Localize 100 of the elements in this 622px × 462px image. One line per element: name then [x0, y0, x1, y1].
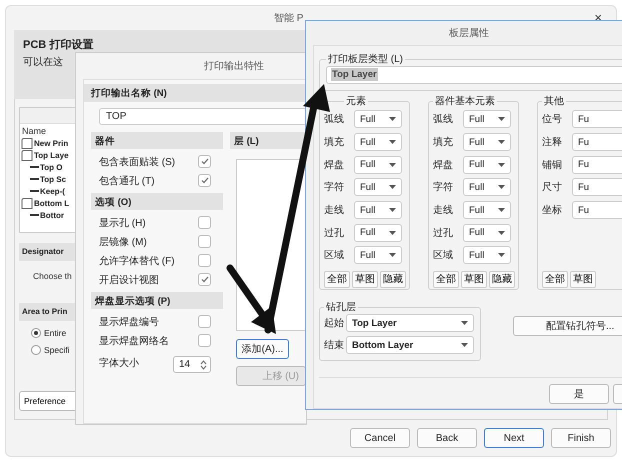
radio-label: Specifi [44, 344, 70, 355]
dialog-title: 打印输出特性 [204, 60, 264, 73]
element-label: 字符 [433, 180, 454, 194]
check-icon [200, 276, 208, 283]
element-label: 过孔 [324, 226, 345, 240]
element-label: 坐标 [542, 204, 563, 218]
checkbox[interactable] [198, 273, 211, 286]
section-title: 焊盘显示选项 (P) [95, 296, 170, 307]
layer-select[interactable]: Top Layer [346, 314, 474, 332]
column-header: Name [21, 124, 48, 138]
option-label: 允许字体替代 (F) [99, 254, 175, 268]
caret-icon [498, 117, 505, 122]
option-label: 显示孔 (H) [99, 216, 146, 230]
checkbox[interactable] [198, 174, 211, 187]
element-label: 焊盘 [324, 158, 345, 172]
element-label: 弧线 [324, 112, 345, 126]
dialog-button[interactable]: Back [417, 428, 477, 448]
element-label: 弧线 [433, 112, 454, 126]
mode-select[interactable]: Full [354, 224, 402, 242]
dash-icon [30, 214, 39, 218]
mode-button[interactable]: 草图 [352, 270, 378, 288]
caret-icon [389, 185, 396, 190]
element-label: 过孔 [433, 226, 454, 240]
mode-button[interactable]: 全部 [324, 270, 350, 288]
number-spinner[interactable]: 14 [173, 356, 211, 373]
tree-item[interactable]: New Prin [34, 139, 68, 148]
section-title: Designator [22, 246, 64, 256]
mode-select[interactable]: Full [463, 110, 511, 128]
mode-button[interactable]: 隐藏 [380, 270, 406, 288]
caret-icon [389, 230, 396, 235]
section-text: Choose th [33, 270, 72, 281]
caret-icon [498, 162, 505, 167]
mode-select[interactable]: Fu [572, 201, 622, 220]
tree-item[interactable]: Top O [40, 163, 63, 172]
layer-select[interactable]: Bottom Layer [346, 336, 474, 354]
element-label: 字符 [324, 180, 345, 194]
checkbox[interactable] [198, 235, 211, 248]
mode-select[interactable]: Full [463, 178, 511, 196]
radio-button[interactable] [31, 328, 41, 338]
tree-item[interactable]: Keep-( [40, 187, 65, 196]
mode-select[interactable]: Full [354, 178, 402, 196]
radio-label: Entire [44, 328, 66, 338]
mode-select[interactable]: Full [354, 110, 402, 128]
option-label: 包含表面贴装 (S) [99, 156, 176, 168]
mode-select[interactable]: Full [354, 133, 402, 152]
mode-select[interactable]: Full [354, 156, 402, 174]
mode-button[interactable]: 全部 [542, 270, 568, 288]
element-label: 注释 [542, 136, 563, 150]
tree-item[interactable]: Bottom L [34, 199, 70, 208]
dialog-button[interactable]: Next [484, 428, 544, 448]
element-label: 铺铜 [542, 158, 563, 172]
checkbox[interactable] [198, 254, 211, 267]
mode-select[interactable]: Full [463, 246, 511, 264]
ok-button[interactable]: 是 [549, 384, 609, 404]
checkbox[interactable] [198, 315, 211, 328]
mode-select[interactable]: Fu [572, 178, 622, 196]
checkbox[interactable] [198, 155, 211, 168]
mode-select[interactable]: Fu [572, 110, 622, 128]
mode-select[interactable]: Full [354, 246, 402, 264]
caret-icon [461, 343, 468, 347]
group-title: 其他 [543, 94, 565, 108]
radio-button[interactable] [31, 344, 41, 355]
element-label: 填充 [324, 136, 345, 150]
name-input[interactable]: TOP [99, 108, 306, 125]
caret-icon [389, 140, 396, 144]
mode-select[interactable]: Fu [572, 133, 622, 152]
tree-item[interactable]: Top Sc [40, 175, 66, 184]
option-label: 包含通孔 (T) [99, 174, 155, 188]
mode-button[interactable]: 草图 [570, 270, 596, 288]
dialog-button[interactable]: Finish [551, 428, 611, 448]
caret-icon [389, 162, 396, 167]
element-label: 填充 [433, 136, 454, 150]
check-icon [200, 158, 208, 165]
mode-select[interactable]: Full [354, 201, 402, 220]
add-button[interactable]: 添加(A)... [236, 339, 289, 359]
element-label: 走线 [324, 204, 345, 218]
caret-icon [498, 230, 505, 235]
configure-button[interactable]: 配置钻孔符号... [513, 316, 622, 336]
dialog-button[interactable]: Cancel [350, 428, 410, 448]
mode-button[interactable]: 草图 [461, 270, 487, 288]
tree-item[interactable]: Top Laye [34, 151, 69, 160]
tree-item[interactable]: Bottor [40, 211, 64, 220]
page-subtitle: 可以在这 [23, 56, 63, 69]
section-title: 打印输出名称 (N) [91, 88, 167, 99]
mode-select[interactable]: Fu [572, 156, 622, 174]
mode-button[interactable]: 隐藏 [489, 270, 515, 288]
mode-button[interactable]: 全部 [433, 270, 459, 288]
checkbox[interactable] [198, 334, 211, 347]
mode-select[interactable]: Full [463, 201, 511, 220]
section-title: 器件 [95, 136, 115, 147]
checkbox[interactable] [198, 216, 211, 229]
mode-select[interactable]: Full [463, 156, 511, 174]
check-icon [200, 177, 208, 184]
mode-select[interactable]: Full [463, 224, 511, 242]
element-label: 区域 [433, 248, 454, 262]
layer-type-input[interactable]: Top Layer [326, 66, 622, 84]
group-title: 打印板层类型 (L) [327, 52, 404, 66]
drill-label: 结束 [324, 338, 344, 352]
caret-icon [389, 253, 396, 258]
mode-select[interactable]: Full [463, 133, 511, 152]
